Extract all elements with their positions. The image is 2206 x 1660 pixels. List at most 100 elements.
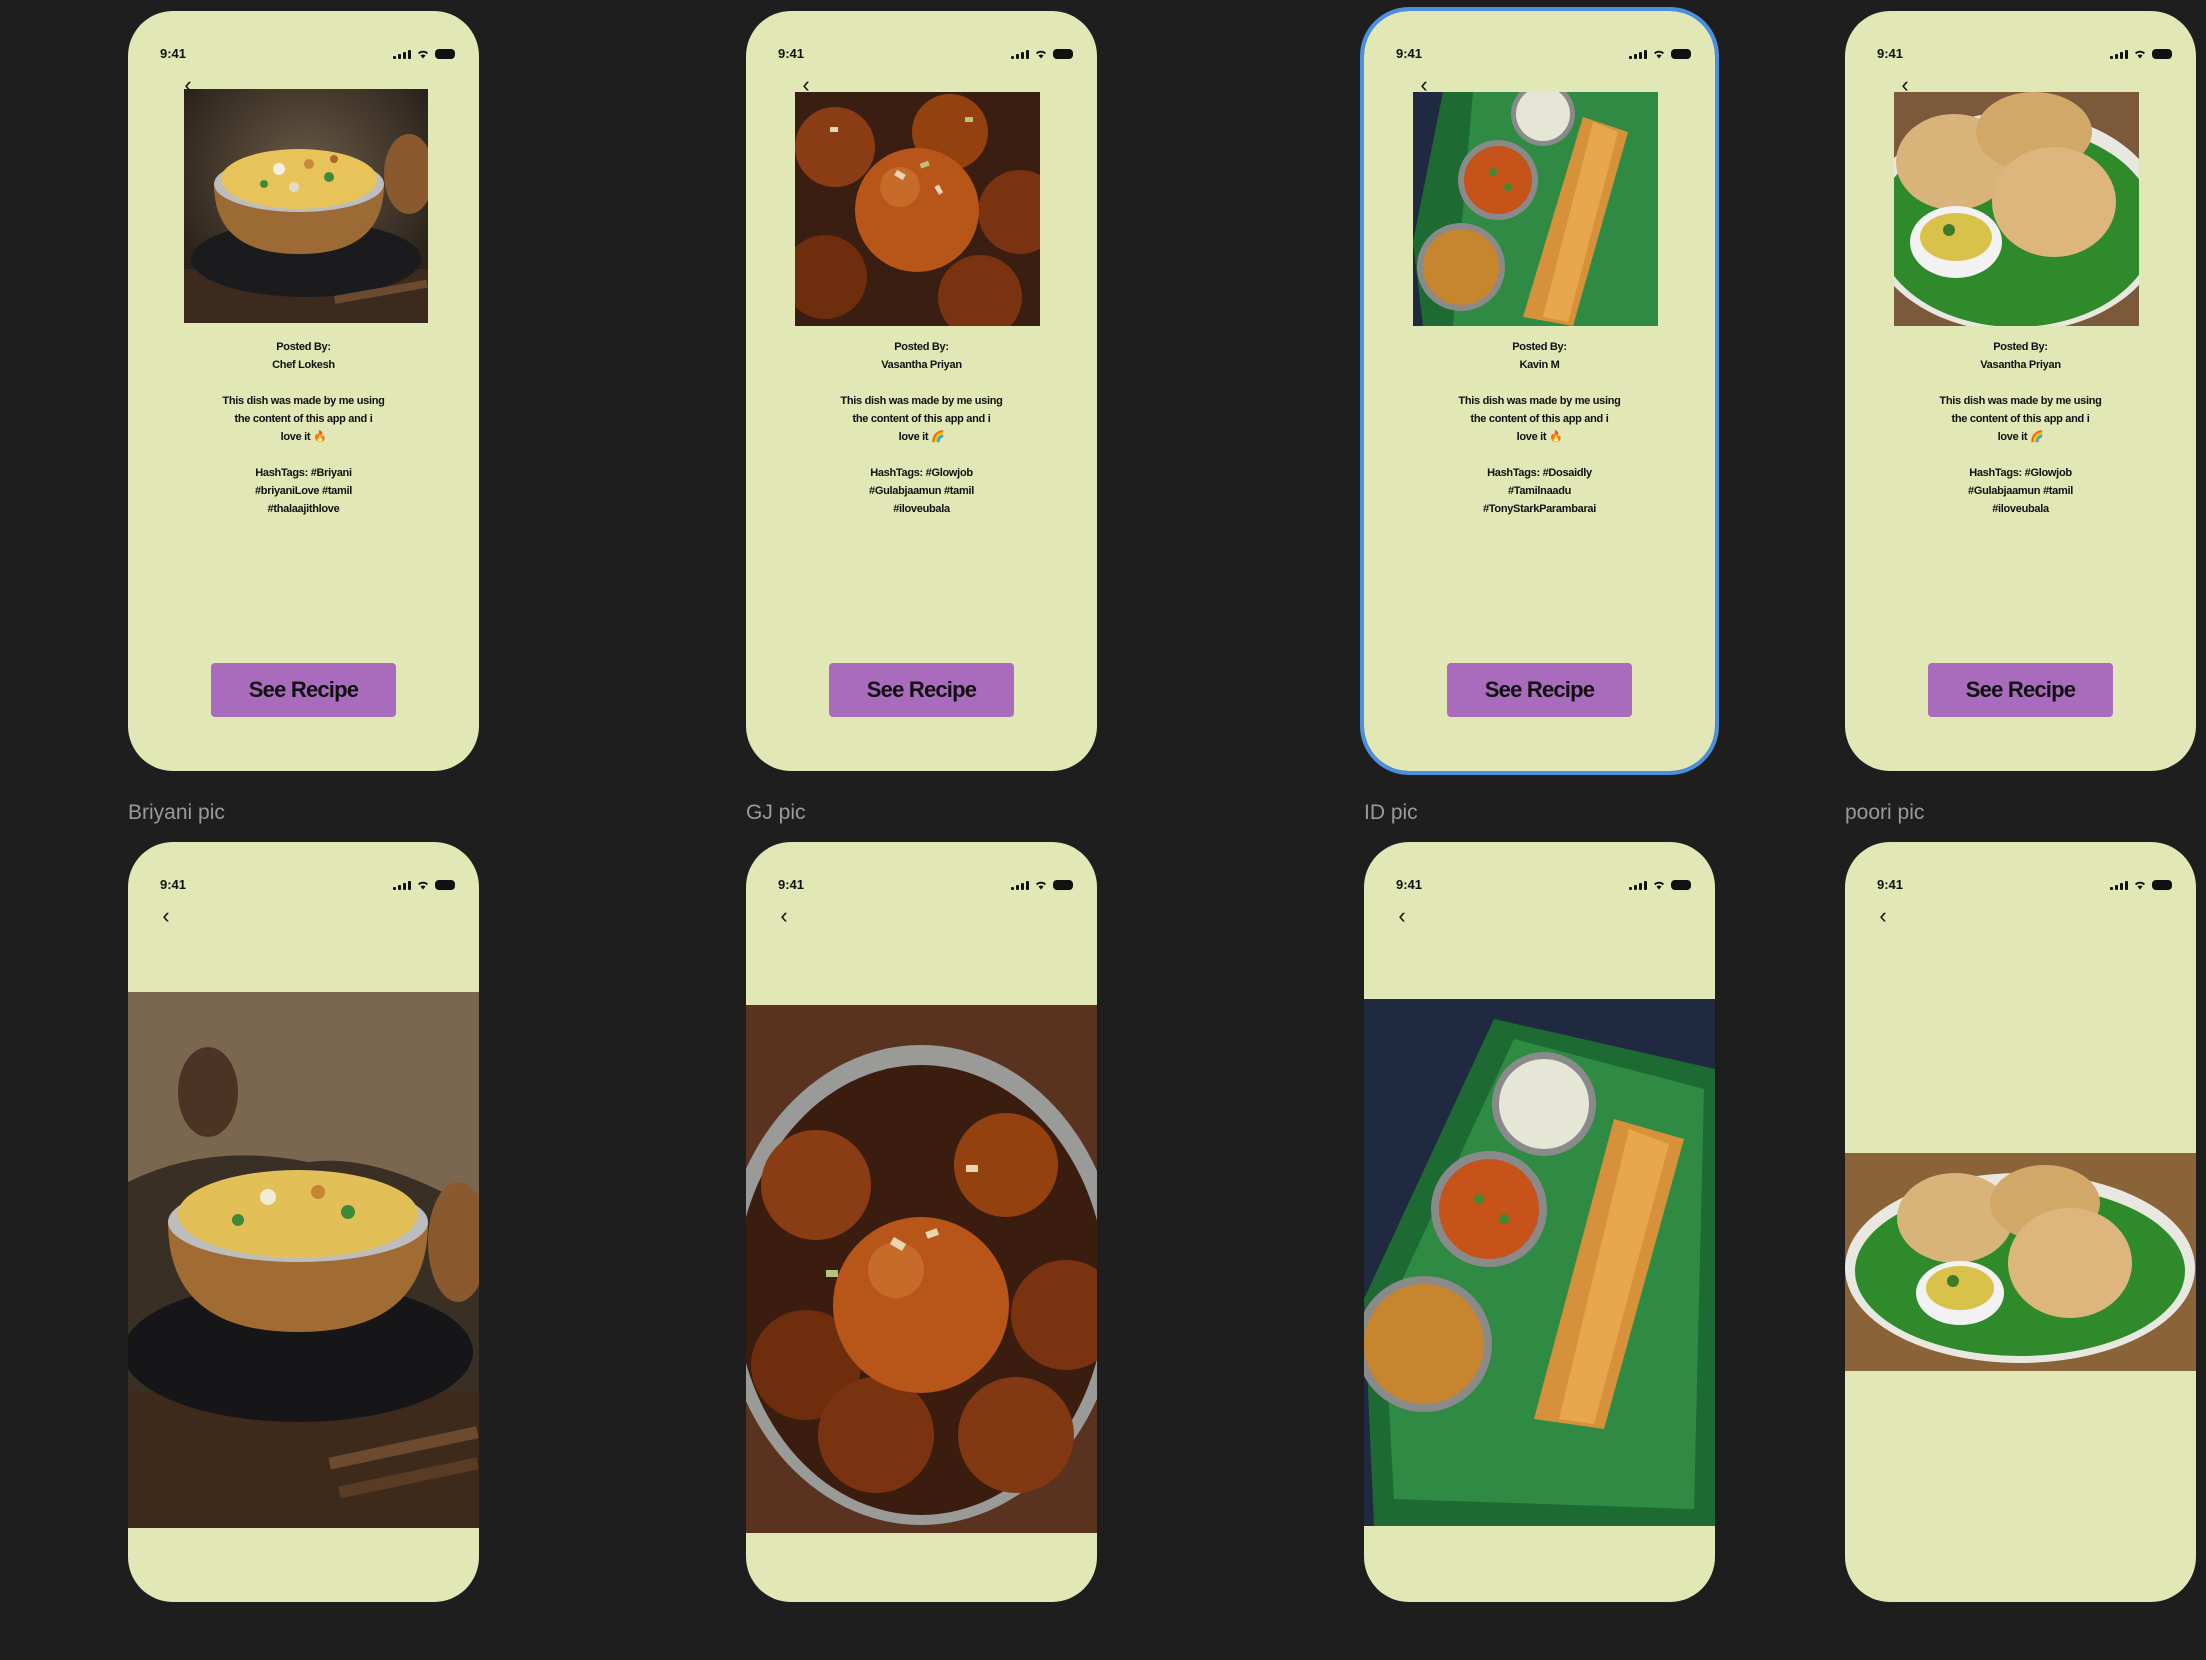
description-line: the content of this app and i — [1470, 413, 1609, 425]
dish-photo-briyani — [184, 89, 428, 323]
hashtags-line: HashTags: #Glowjob — [1969, 467, 2072, 479]
status-icons — [1011, 880, 1073, 890]
wifi-icon — [1036, 50, 1046, 59]
pic-frame-briyani[interactable]: 9:41 ‹ — [128, 842, 479, 1602]
frame-label-id[interactable]: ID pic — [1364, 801, 1418, 825]
description-line: This dish was made by me using — [1939, 395, 2102, 407]
status-icons — [1629, 49, 1691, 59]
description-line: This dish was made by me using — [1458, 395, 1621, 407]
author-name: Vasantha Priyan — [881, 359, 962, 371]
status-time: 9:41 — [1396, 877, 1423, 892]
back-chevron-icon[interactable]: ‹ — [776, 905, 792, 927]
pic-frame-poori[interactable]: 9:41 ‹ — [1845, 842, 2196, 1602]
signal-icon — [1629, 49, 1647, 59]
status-time: 9:41 — [160, 877, 187, 892]
status-icons — [393, 49, 455, 59]
battery-icon — [2152, 49, 2172, 59]
posted-by-label: Posted By: — [1993, 341, 2048, 353]
details-frame-poori[interactable]: 9:41 ‹ Posted By: Vasantha Priyan This d… — [1845, 11, 2196, 771]
signal-icon — [393, 880, 411, 890]
frame-label-briyani[interactable]: Briyani pic — [128, 801, 225, 825]
author-name: Kavin M — [1519, 359, 1560, 371]
wifi-icon — [2135, 881, 2145, 890]
posted-by-label: Posted By: — [894, 341, 949, 353]
post-info: Posted By: Vasantha Priyan This dish was… — [1845, 338, 2196, 518]
posted-by-label: Posted By: — [1512, 341, 1567, 353]
wifi-icon — [1654, 50, 1664, 59]
status-time: 9:41 — [1396, 46, 1423, 61]
battery-icon — [1053, 880, 1073, 890]
status-time: 9:41 — [778, 877, 805, 892]
author-name: Vasantha Priyan — [1980, 359, 2061, 371]
battery-icon — [1053, 49, 1073, 59]
post-info: Posted By: Vasantha Priyan This dish was… — [746, 338, 1097, 518]
description-line: the content of this app and i — [234, 413, 373, 425]
see-recipe-button[interactable]: See Recipe — [829, 663, 1014, 717]
hashtags-line: #thalaajithlove — [267, 503, 340, 515]
frame-label-gj[interactable]: GJ pic — [746, 801, 806, 825]
posted-by-label: Posted By: — [276, 341, 331, 353]
hashtags-line: #iloveubala — [893, 503, 950, 515]
hashtags-line: #briyaniLove #tamil — [254, 485, 352, 497]
status-icons — [1011, 49, 1073, 59]
battery-icon — [435, 49, 455, 59]
see-recipe-button[interactable]: See Recipe — [211, 663, 396, 717]
description-line: the content of this app and i — [852, 413, 991, 425]
status-icons — [2110, 49, 2172, 59]
hashtags-line: HashTags: #Briyani — [255, 467, 352, 479]
pic-frame-idli-dosa[interactable]: 9:41 ‹ — [1364, 842, 1715, 1602]
back-chevron-icon[interactable]: ‹ — [1875, 905, 1891, 927]
battery-icon — [1671, 880, 1691, 890]
signal-icon — [1011, 880, 1029, 890]
full-photo-briyani — [128, 992, 479, 1528]
wifi-icon — [418, 881, 428, 890]
status-icons — [1629, 880, 1691, 890]
wifi-icon — [418, 50, 428, 59]
signal-icon — [1011, 49, 1029, 59]
hashtags-line: #iloveubala — [1992, 503, 2049, 515]
wifi-icon — [1036, 881, 1046, 890]
wifi-icon — [2135, 50, 2145, 59]
full-photo-poori — [1845, 1153, 2196, 1371]
see-recipe-button[interactable]: See Recipe — [1928, 663, 2113, 717]
description-line: love it 🔥 — [1516, 431, 1563, 443]
dish-photo-gulab-jamun — [795, 92, 1040, 326]
description-line: love it 🔥 — [280, 431, 327, 443]
dish-photo-poori — [1894, 92, 2139, 326]
back-chevron-icon[interactable]: ‹ — [158, 905, 174, 927]
description-line: This dish was made by me using — [222, 395, 385, 407]
battery-icon — [1671, 49, 1691, 59]
battery-icon — [435, 880, 455, 890]
status-icons — [2110, 880, 2172, 890]
status-time: 9:41 — [1877, 877, 1904, 892]
back-chevron-icon[interactable]: ‹ — [1394, 905, 1410, 927]
full-photo-idli-dosa — [1364, 999, 1715, 1526]
wifi-icon — [1654, 881, 1664, 890]
author-name: Chef Lokesh — [272, 359, 335, 371]
frame-label-poori[interactable]: poori pic — [1845, 801, 1924, 825]
pic-frame-gulab-jamun[interactable]: 9:41 ‹ — [746, 842, 1097, 1602]
hashtags-line: #Gulabjaamun #tamil — [869, 485, 974, 497]
status-time: 9:41 — [778, 46, 805, 61]
status-icons — [393, 880, 455, 890]
details-frame-briyani[interactable]: 9:41 ‹ Posted By: Chef Lokesh This dish … — [128, 11, 479, 771]
hashtags-line: HashTags: #Dosaidly — [1487, 467, 1592, 479]
full-photo-gulab-jamun — [746, 1005, 1097, 1533]
signal-icon — [2110, 880, 2128, 890]
post-info: Posted By: Chef Lokesh This dish was mad… — [128, 338, 479, 518]
hashtags-line: HashTags: #Glowjob — [870, 467, 973, 479]
status-time: 9:41 — [1877, 46, 1904, 61]
hashtags-line: #TonyStarkParambarai — [1482, 503, 1597, 515]
details-frame-idli-dosa[interactable]: 9:41 ‹ Posted By: Kavin M This dish was … — [1360, 7, 1719, 775]
details-frame-gulab-jamun[interactable]: 9:41 ‹ Posted By: Vasantha Priyan This d… — [746, 11, 1097, 771]
dish-photo-idli-dosa — [1413, 92, 1658, 326]
hashtags-line: #Gulabjaamun #tamil — [1968, 485, 2073, 497]
status-time: 9:41 — [160, 46, 187, 61]
description-line: This dish was made by me using — [840, 395, 1003, 407]
see-recipe-button[interactable]: See Recipe — [1447, 663, 1632, 717]
hashtags-line: #Tamilnaadu — [1507, 485, 1572, 497]
signal-icon — [393, 49, 411, 59]
post-info: Posted By: Kavin M This dish was made by… — [1364, 338, 1715, 518]
description-line: the content of this app and i — [1951, 413, 2090, 425]
description-line: love it 🌈 — [1997, 431, 2044, 443]
